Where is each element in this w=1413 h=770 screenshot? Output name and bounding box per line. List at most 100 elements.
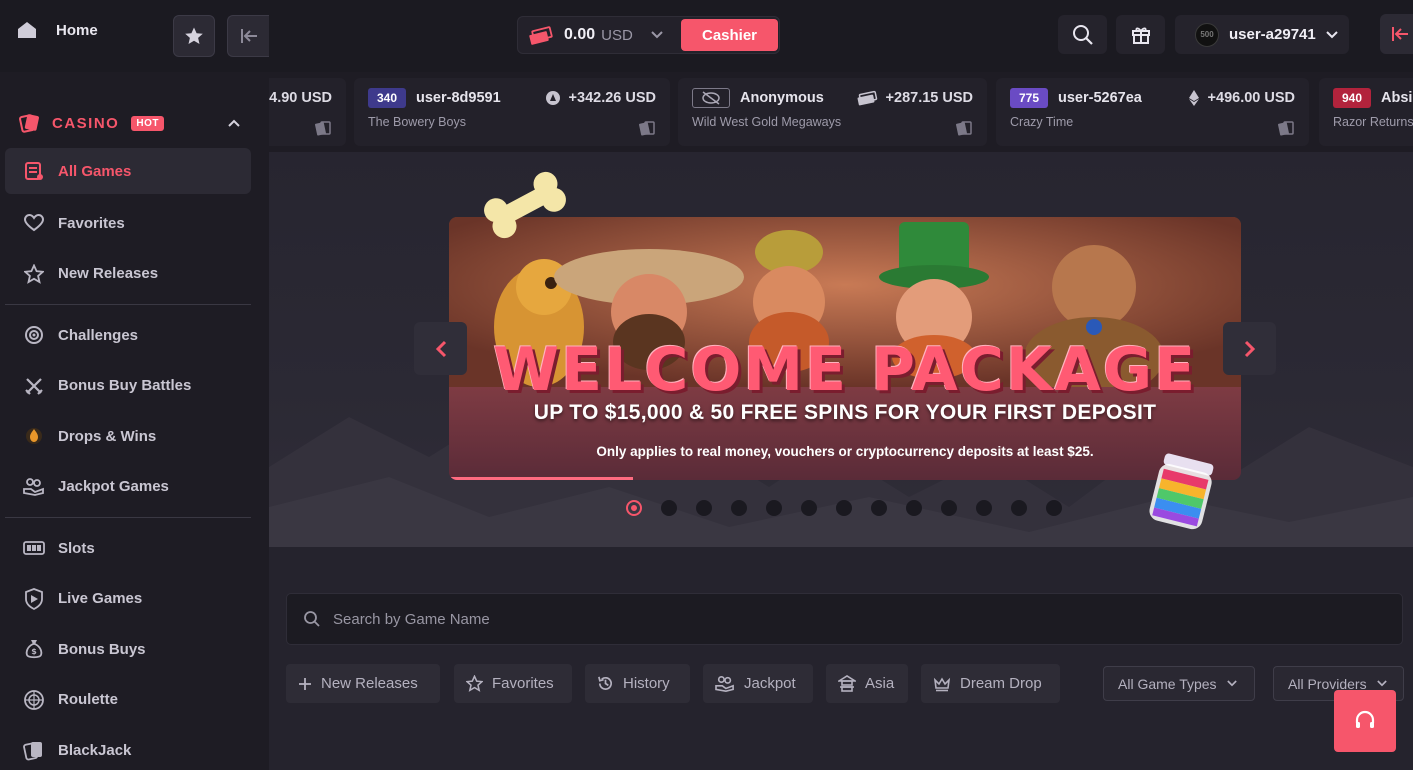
- sidebar-item-live-games[interactable]: Live Games: [5, 574, 251, 625]
- sidebar-item-blackjack[interactable]: BlackJack: [5, 725, 251, 770]
- carousel-dot[interactable]: [941, 500, 957, 516]
- promo-title: WELCOME PACKAGE: [492, 335, 1198, 405]
- cashier-button[interactable]: Cashier: [681, 19, 778, 51]
- sidebar-divider: [5, 517, 251, 518]
- search-placeholder: Search by Game Name: [333, 610, 490, 628]
- filter-label: History: [623, 675, 670, 692]
- sidebar-item-label: Drops & Wins: [58, 427, 157, 445]
- casino-cards-icon: [1278, 121, 1294, 136]
- win-card[interactable]: Anonymous +287.15 USD Wild West Gold Meg…: [678, 78, 987, 146]
- sidebar-divider: [5, 304, 251, 305]
- chevron-down-icon: [1326, 30, 1338, 38]
- collapse-sidebar-button[interactable]: [227, 15, 269, 57]
- carousel-dot[interactable]: [626, 500, 642, 516]
- filter-history[interactable]: History: [585, 664, 690, 703]
- username: user-a29741: [1229, 26, 1316, 43]
- open-right-panel-button[interactable]: [1380, 14, 1413, 54]
- game-types-select[interactable]: All Game Types: [1103, 666, 1255, 701]
- carousel-dot[interactable]: [766, 500, 782, 516]
- promo-note: Only applies to real money, vouchers or …: [596, 444, 1094, 459]
- home-link[interactable]: Home: [16, 20, 98, 40]
- sidebar-item-favorites[interactable]: Favorites: [5, 198, 251, 249]
- carousel-dot[interactable]: [1046, 500, 1062, 516]
- search-button[interactable]: [1058, 15, 1107, 54]
- ethereum-icon: [1188, 90, 1199, 106]
- balance-amount: 0.00: [564, 26, 596, 43]
- cards-icon: [23, 739, 45, 761]
- filter-asia[interactable]: Asia: [826, 664, 908, 703]
- win-card[interactable]: 340 user-8d9591 +342.26 USD The Bowery B…: [354, 78, 670, 146]
- sidebar-item-label: Slots: [58, 539, 95, 557]
- chevron-left-icon: [435, 340, 446, 357]
- collapse-left-icon: [1392, 27, 1408, 41]
- sidebar-item-new-releases[interactable]: New Releases: [5, 249, 251, 300]
- carousel-dot[interactable]: [906, 500, 922, 516]
- hidden-user-icon: [692, 88, 730, 108]
- game-search-input[interactable]: Search by Game Name: [286, 593, 1403, 645]
- promo-carousel: WELCOME PACKAGE UP TO $15,000 & 50 FREE …: [269, 152, 1413, 547]
- carousel-prev-button[interactable]: [414, 322, 467, 375]
- rewards-button[interactable]: [1116, 15, 1165, 54]
- slots-icon: [23, 537, 45, 559]
- moneybag-icon: $: [23, 638, 45, 660]
- sidebar-item-bonus-buy-battles[interactable]: Bonus Buy Battles: [5, 361, 251, 412]
- win-card[interactable]: 940 Absi Razor Returns: [1319, 78, 1413, 146]
- sidebar-item-label: New Releases: [58, 265, 159, 283]
- star-icon: [23, 263, 45, 285]
- casino-cards-icon: [315, 121, 331, 136]
- favorites-star-button[interactable]: [173, 15, 215, 57]
- bone-decoration: [484, 171, 566, 239]
- support-chat-button[interactable]: [1334, 690, 1396, 752]
- sidebar-item-jackpot-games[interactable]: Jackpot Games: [5, 462, 251, 513]
- user-menu-button[interactable]: 500 user-a29741: [1175, 15, 1349, 54]
- slide-progress-bar: [449, 477, 633, 480]
- sidebar-item-roulette[interactable]: Roulette: [5, 675, 251, 726]
- win-game-name: Razor Returns: [1333, 115, 1413, 129]
- jackpot-icon: [23, 476, 45, 498]
- cash-stack-icon: [529, 26, 553, 45]
- win-card[interactable]: 4.90 USD: [269, 78, 346, 146]
- sidebar-item-bonus-buys[interactable]: $ Bonus Buys: [5, 624, 251, 675]
- carousel-dots: [626, 500, 1062, 516]
- carousel-dot[interactable]: [871, 500, 887, 516]
- carousel-next-button[interactable]: [1223, 322, 1276, 375]
- recent-wins-ticker: 4.90 USD 340 user-8d9591 +342.26 USD The…: [269, 72, 1413, 152]
- carousel-dot[interactable]: [661, 500, 677, 516]
- win-amount: +287.15 USD: [856, 90, 973, 106]
- win-game-name: Crazy Time: [1010, 115, 1074, 129]
- promo-slide[interactable]: WELCOME PACKAGE UP TO $15,000 & 50 FREE …: [449, 217, 1241, 480]
- svg-text:$: $: [31, 647, 37, 656]
- casino-cards-icon: [19, 114, 39, 133]
- filter-dream-drop[interactable]: Dream Drop: [921, 664, 1060, 703]
- balance-currency: USD: [601, 26, 633, 44]
- user-level-badge: 940: [1333, 88, 1371, 108]
- chevron-down-icon: [1376, 680, 1387, 687]
- win-username: Anonymous: [740, 90, 824, 106]
- search-icon: [304, 611, 320, 627]
- carousel-dot[interactable]: [1011, 500, 1027, 516]
- sidebar-item-label: Challenges: [58, 326, 139, 344]
- pagoda-icon: [838, 675, 856, 692]
- sidebar-item-label: Bonus Buy Battles: [58, 377, 192, 395]
- filter-jackpot[interactable]: Jackpot: [703, 664, 813, 703]
- carousel-dot[interactable]: [836, 500, 852, 516]
- filter-label: Asia: [865, 675, 895, 692]
- carousel-dot[interactable]: [801, 500, 817, 516]
- sidebar-item-drops-wins[interactable]: Drops & Wins: [5, 411, 251, 462]
- chevron-right-icon: [1244, 340, 1255, 357]
- sidebar-item-challenges[interactable]: Challenges: [5, 310, 251, 361]
- carousel-dot[interactable]: [976, 500, 992, 516]
- win-card[interactable]: 775 user-5267ea +496.00 USD Crazy Time: [996, 78, 1309, 146]
- heart-icon: [23, 212, 45, 234]
- casino-cards-icon: [956, 121, 972, 136]
- carousel-dot[interactable]: [696, 500, 712, 516]
- sidebar-item-slots[interactable]: Slots: [5, 523, 251, 574]
- casino-section-header[interactable]: CASINO HOT: [0, 98, 255, 148]
- filter-favorites[interactable]: Favorites: [454, 664, 572, 703]
- star-icon: [466, 675, 483, 692]
- filter-new-releases[interactable]: New Releases: [286, 664, 440, 703]
- top-bar: 0.00 USD Cashier 500 user-a29741: [269, 0, 1413, 72]
- sidebar-item-all-games[interactable]: All Games: [5, 148, 251, 194]
- crown-icon: [933, 676, 951, 691]
- carousel-dot[interactable]: [731, 500, 747, 516]
